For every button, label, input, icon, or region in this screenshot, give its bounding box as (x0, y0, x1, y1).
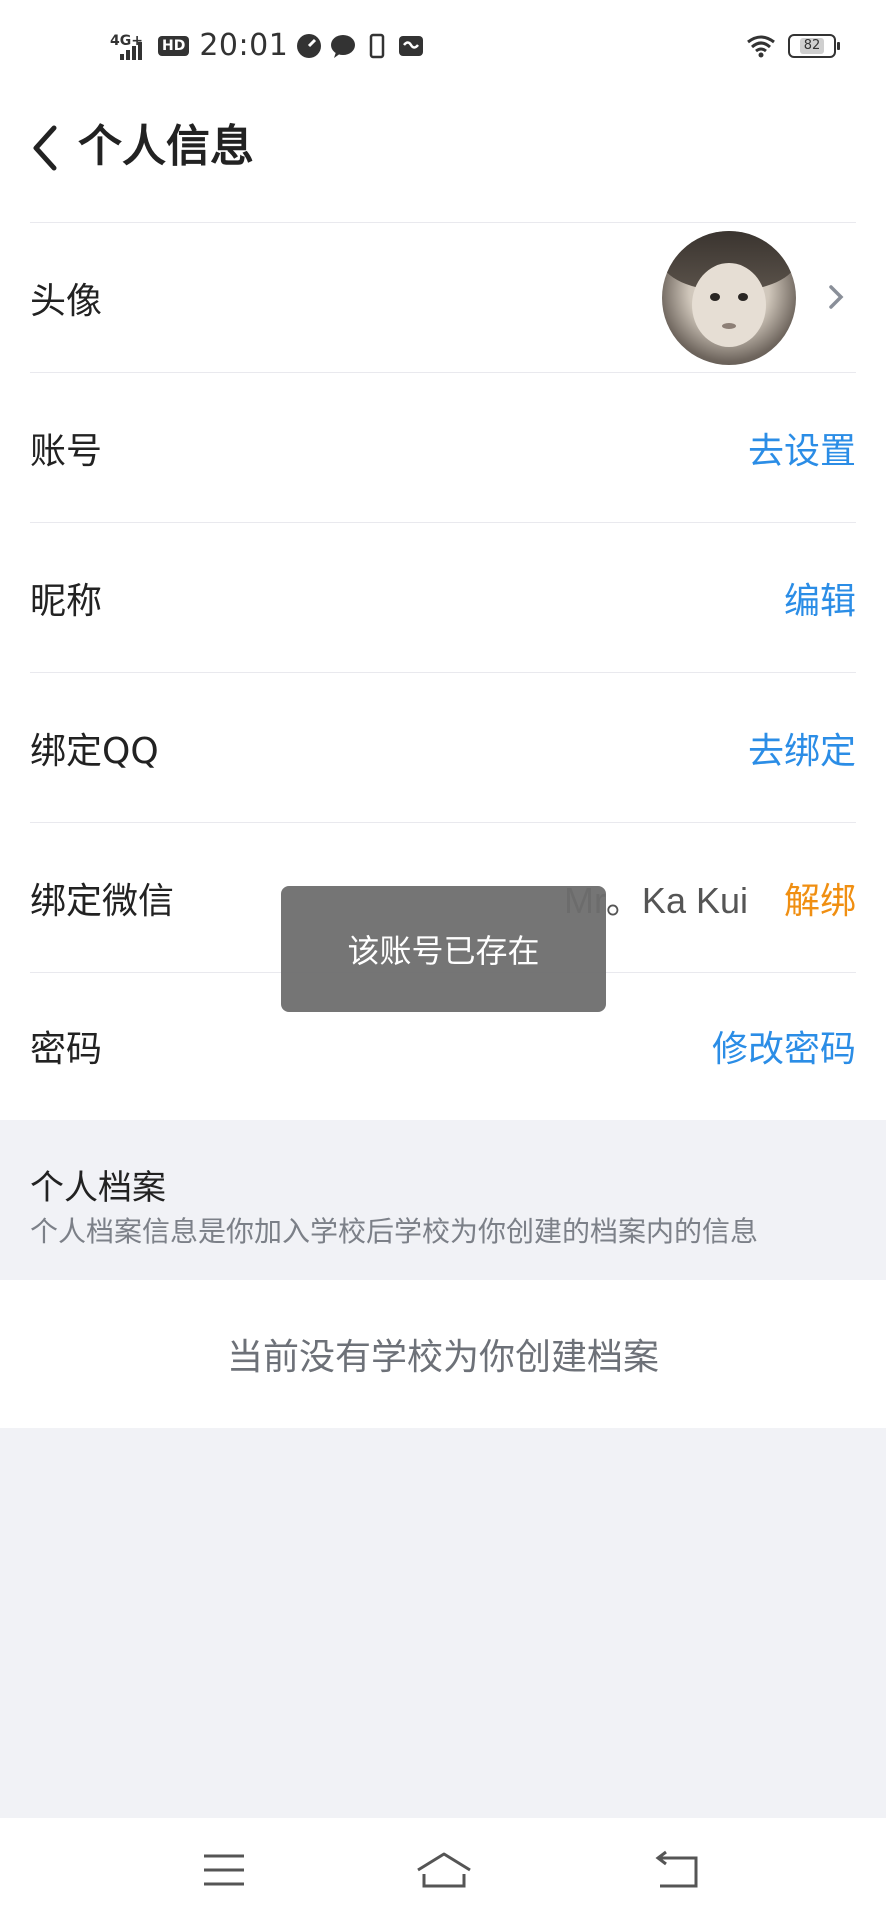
account-label: 账号 (30, 430, 103, 472)
profile-file-section-header: 个人档案 个人档案信息是你加入学校后学校为你创建的档案内的信息 (0, 1120, 886, 1280)
unbind-wechat-link[interactable]: 解绑 (784, 872, 856, 924)
status-time: 20:01 (199, 28, 289, 63)
back-arrow-icon[interactable] (28, 120, 60, 176)
app-header: 个人信息 (0, 98, 886, 224)
set-account-link[interactable]: 去设置 (748, 422, 856, 474)
background-fill (0, 1428, 886, 1818)
empty-state: 当前没有学校为你创建档案 (0, 1280, 886, 1428)
bind-qq-link[interactable]: 去绑定 (748, 722, 856, 774)
battery-level: 82 (799, 38, 825, 54)
app-notification-icon (399, 35, 424, 56)
hd-badge: HD (158, 35, 190, 56)
status-left: 4G+ HD 20:01 (110, 28, 424, 63)
chat-bubble-icon (331, 34, 356, 58)
avatar[interactable] (662, 231, 796, 365)
avatar-label: 头像 (30, 280, 103, 322)
status-right: 82 (746, 34, 840, 58)
nickname-row: 昵称 编辑 (30, 522, 856, 672)
avatar-row[interactable]: 头像 (30, 222, 856, 372)
change-password-link[interactable]: 修改密码 (712, 1020, 856, 1072)
cellular-signal-icon: 4G+ (110, 30, 150, 62)
edit-nickname-link[interactable]: 编辑 (784, 572, 856, 624)
toast-text: 该账号已存在 (347, 932, 540, 970)
battery-icon: 82 (788, 34, 840, 58)
bind-qq-label: 绑定QQ (30, 730, 159, 772)
bind-qq-row: 绑定QQ 去绑定 (30, 672, 856, 822)
account-row: 账号 去设置 (30, 372, 856, 522)
wifi-icon (747, 35, 775, 58)
back-nav-icon[interactable] (652, 1848, 700, 1892)
phone-icon (370, 33, 385, 58)
system-nav-bar (0, 1818, 886, 1920)
toast-message: 该账号已存在 (281, 886, 606, 1012)
empty-state-text: 当前没有学校为你创建档案 (226, 1337, 659, 1378)
page-title: 个人信息 (78, 121, 254, 172)
section-subtitle: 个人档案信息是你加入学校后学校为你创建的档案内的信息 (30, 1215, 759, 1248)
bind-wechat-label: 绑定微信 (30, 880, 175, 922)
chevron-right-icon (829, 285, 844, 309)
status-bar: 4G+ HD 20:01 82 (0, 0, 886, 98)
speedometer-icon (297, 33, 322, 58)
password-label: 密码 (30, 1028, 103, 1070)
nickname-label: 昵称 (30, 580, 103, 622)
section-title: 个人档案 (30, 1168, 166, 1208)
home-icon[interactable] (414, 1848, 474, 1892)
menu-icon[interactable] (200, 1848, 248, 1892)
